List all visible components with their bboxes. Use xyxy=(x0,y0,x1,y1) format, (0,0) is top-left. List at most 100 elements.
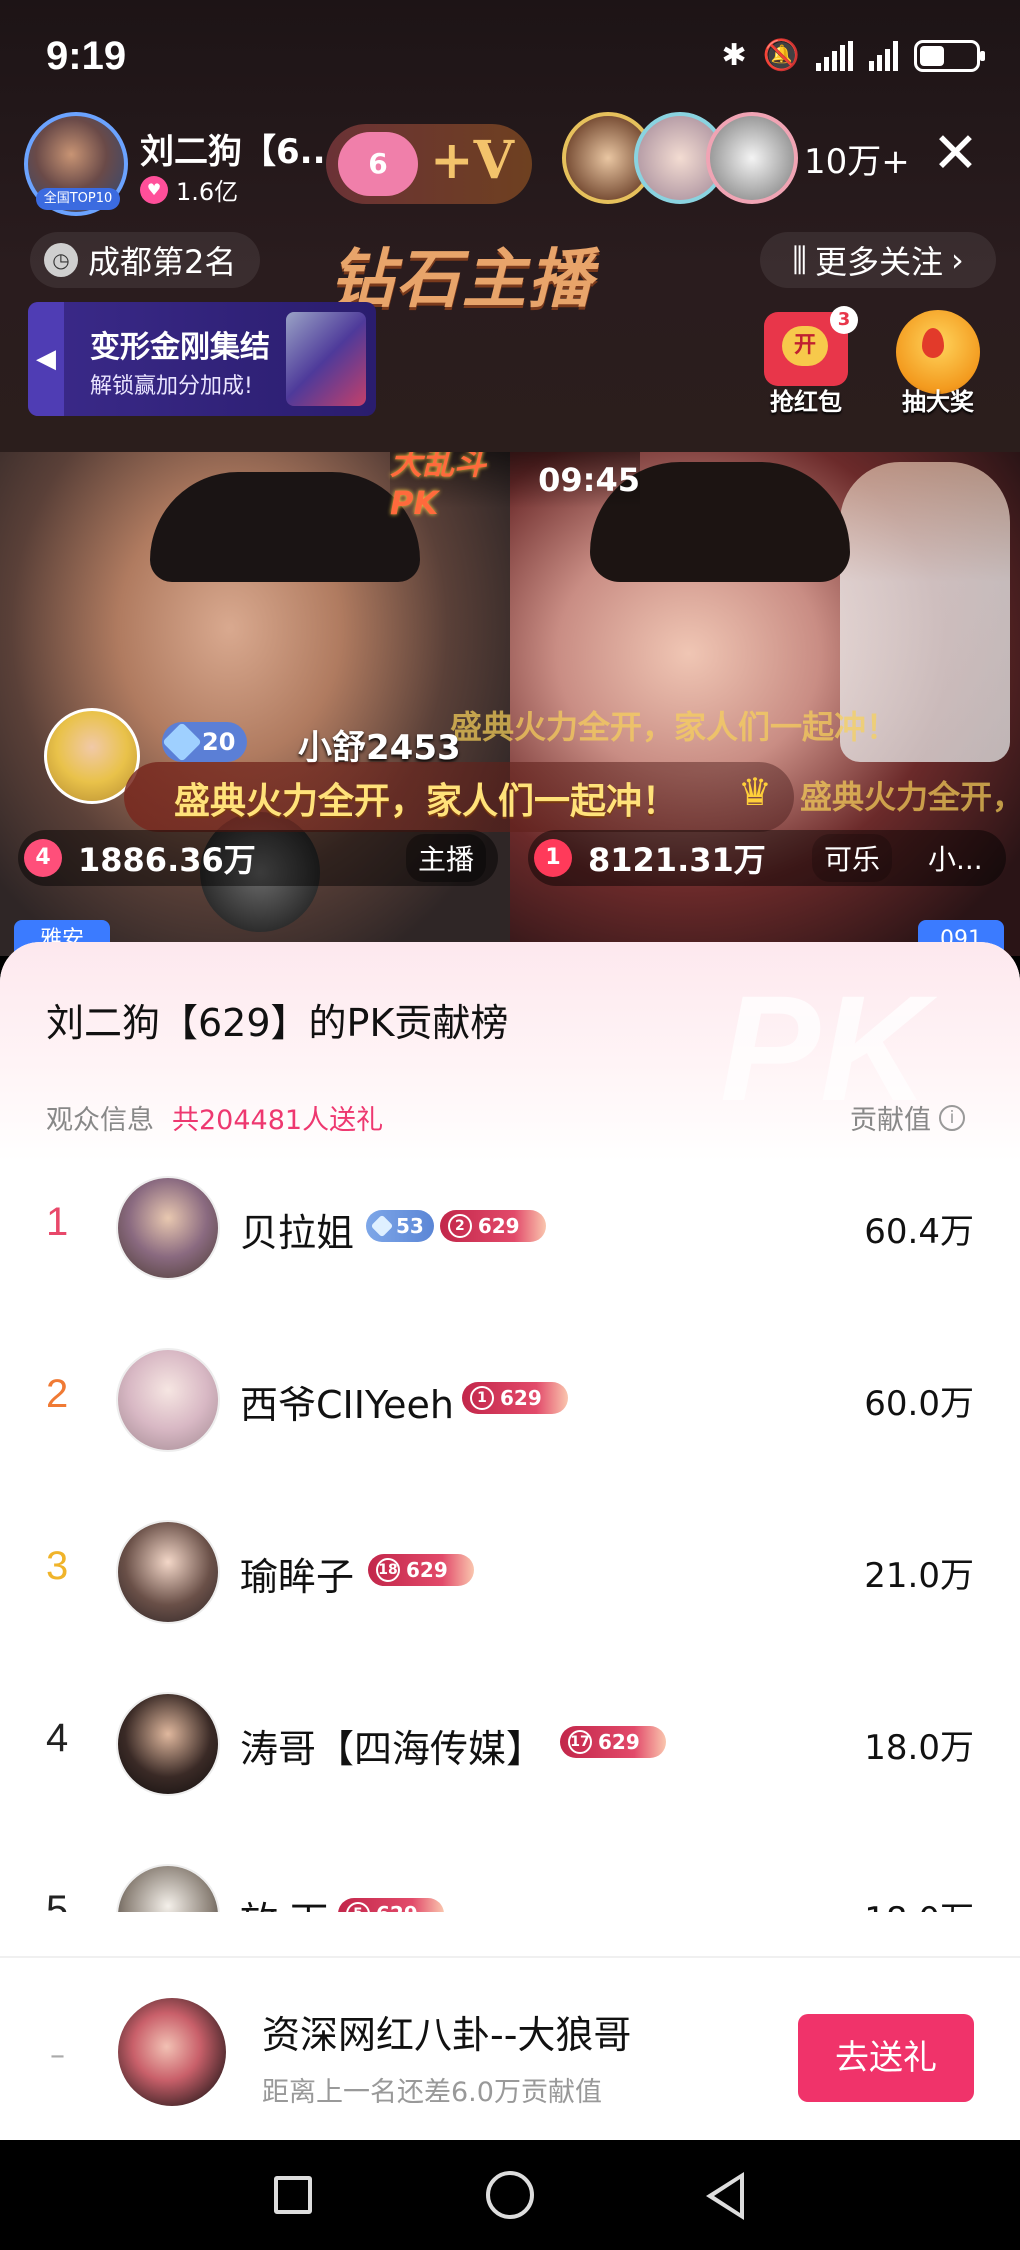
bluetooth-icon: ✱ xyxy=(721,38,747,73)
rank-avatar[interactable] xyxy=(116,1864,220,1912)
fan-badge: 18 629 xyxy=(368,1554,474,1586)
pk-score-left[interactable]: 4 1886.36万 主播 xyxy=(18,830,498,886)
fan-badge-value: 629 xyxy=(500,1386,542,1410)
lottery-button[interactable]: 抽大奖 xyxy=(890,306,986,416)
back-icon[interactable] xyxy=(706,2172,744,2220)
host-likes-count: 1.6亿 xyxy=(176,178,239,206)
fan-badge: 2 629 xyxy=(439,1210,546,1242)
red-packet-button[interactable]: 开 3 抢红包 xyxy=(758,306,858,416)
fan-badge-value: 629 xyxy=(598,1730,640,1754)
fan-badge: 17 629 xyxy=(560,1726,666,1758)
gift-sender-level-value: 20 xyxy=(202,728,236,756)
viewer-count[interactable]: 10万+ xyxy=(804,134,910,183)
rank-name: 西爷CIIYeeh xyxy=(240,1383,454,1427)
pk-contribution-sheet: PK 刘二狗【629】的PK贡献榜 观众信息 共204481人送礼 贡献值 i … xyxy=(0,942,1020,2140)
battery-fill xyxy=(920,45,945,66)
rank-row[interactable]: 2 西爷CIIYeeh 1 629 60.0万 xyxy=(0,1314,1020,1486)
red-packet-label: 抢红包 xyxy=(770,388,842,416)
send-gift-button[interactable]: 去送礼 xyxy=(798,2014,974,2102)
recent-apps-icon[interactable] xyxy=(274,2176,312,2214)
pk-video[interactable]: 大乱斗PK 09:45 盛典火力全开，家人们一起冲！ 盛典火力全开，家人们一起冲… xyxy=(0,452,1020,956)
rank-number: 3 xyxy=(46,1544,69,1588)
rank-badges: 18 629 xyxy=(368,1554,474,1586)
rank-value: 60.0万 xyxy=(864,1384,974,1424)
rank-number: 4 xyxy=(46,1716,69,1760)
rank-avatar[interactable] xyxy=(116,1692,220,1796)
gift-banner: 盛典火力全开，家人们一起冲！ ♛ xyxy=(124,762,794,832)
chevron-left-icon[interactable]: ◀ xyxy=(28,302,64,416)
pk-right-name: 小... xyxy=(928,843,983,876)
rank-value: 18.0万 xyxy=(864,1728,974,1768)
rank-name: 瑜眸子 xyxy=(240,1555,355,1599)
host-rank-badge: 全国TOP10 xyxy=(36,188,120,210)
promo-banner[interactable]: ◀ 变形金刚集结 解锁赢加分加成! xyxy=(28,302,376,416)
city-rank-tag[interactable]: ◷ 成都第2名 xyxy=(30,232,261,288)
host-likes: ♥ 1.6亿 xyxy=(140,172,238,207)
pk-left-score: 1886.36万 xyxy=(78,841,256,879)
rank-name: 贝拉姐 xyxy=(240,1211,355,1255)
rank-badges: 53 2 629 xyxy=(366,1210,546,1242)
sheet-title: 刘二狗【629】的PK贡献榜 xyxy=(46,1001,509,1045)
rank-value: 60.4万 xyxy=(864,1212,974,1252)
more-follow-label: 更多关注 xyxy=(814,243,943,281)
fan-badge: 5 629 xyxy=(338,1898,444,1912)
viewer-avatars[interactable] xyxy=(562,112,802,208)
promo-title: 变形金刚集结 xyxy=(90,330,270,365)
rank-avatar[interactable] xyxy=(116,1520,220,1624)
contribution-label[interactable]: 贡献值 i xyxy=(850,1098,965,1137)
self-gap-hint: 距离上一名还差6.0万贡献值 xyxy=(262,2077,602,2108)
pk-timer: 大乱斗PK 09:45 xyxy=(390,452,640,522)
heart-icon: ♥ xyxy=(140,175,168,204)
host-name: 刘二狗【6... xyxy=(140,132,339,172)
fan-badge-rank: 5 xyxy=(346,1902,370,1912)
red-packet-count: 3 xyxy=(830,306,858,334)
lottery-label: 抽大奖 xyxy=(902,388,974,416)
live-header: 9:19 ✱ 🔕 全国TOP10 刘二狗【6... ♥ 1.6亿 6 +V 10… xyxy=(0,0,1020,452)
status-icons: ✱ 🔕 xyxy=(721,38,985,73)
pk-score-right[interactable]: 1 8121.31万 可乐 小... xyxy=(528,830,1006,886)
fan-club-button[interactable]: 6 +V xyxy=(326,124,532,204)
pk-right-score: 8121.31万 xyxy=(588,841,766,879)
city-rank-text: 成都第2名 xyxy=(88,243,237,281)
rank-list[interactable]: 1 贝拉姐 53 2 629 60.4万 2 西爷CIIYeeh 1 629 6… xyxy=(0,1142,1020,1912)
home-icon[interactable] xyxy=(486,2171,534,2219)
rank-row[interactable]: 3 瑜眸子 18 629 21.0万 xyxy=(0,1486,1020,1658)
self-rank: – xyxy=(50,2038,65,2073)
pk-left-role: 主播 xyxy=(406,834,487,882)
rank-number: 5 xyxy=(46,1888,69,1912)
gift-marquee: 盛典火力全开，家人们一起冲！ xyxy=(800,778,1020,816)
rank-row[interactable]: 1 贝拉姐 53 2 629 60.4万 xyxy=(0,1142,1020,1314)
close-icon[interactable]: ✕ xyxy=(932,126,979,182)
pk-logo: 大乱斗PK xyxy=(390,452,487,522)
pk-right-role: 可乐 xyxy=(812,834,893,882)
rank-avatar[interactable] xyxy=(116,1176,220,1280)
pk-left-rank: 4 xyxy=(24,839,62,877)
self-rank-bar: – 资深网红八卦--大狼哥 距离上一名还差6.0万贡献值 去送礼 xyxy=(0,1956,1020,2140)
red-packet-open: 开 xyxy=(782,326,828,366)
rank-name: 放 下 xyxy=(240,1890,328,1912)
fan-badge-value: 629 xyxy=(477,1214,520,1238)
rank-number: 1 xyxy=(46,1200,69,1244)
fan-badge-value: 629 xyxy=(376,1898,418,1912)
rank-value: 21.0万 xyxy=(864,1556,974,1596)
rank-row[interactable]: 4 涛哥【四海传媒】 17 629 18.0万 xyxy=(0,1658,1020,1830)
diamond-icon xyxy=(162,722,202,762)
rank-avatar[interactable] xyxy=(116,1348,220,1452)
pk-right-rank: 1 xyxy=(534,839,572,877)
self-name: 资深网红八卦--大狼哥 xyxy=(262,2013,632,2057)
bar-chart-icon: ⫼ xyxy=(792,240,807,279)
rank-row[interactable]: 5 放 下 5 629 18.0万 xyxy=(0,1830,1020,1912)
system-nav-bar xyxy=(0,2140,1020,2250)
self-avatar[interactable] xyxy=(118,1998,226,2106)
signal-icon xyxy=(816,40,853,71)
audience-label: 观众信息 xyxy=(46,1105,154,1136)
more-follow-button[interactable]: ⫼ 更多关注 › xyxy=(760,232,996,288)
fan-club-label: +V xyxy=(430,130,514,191)
info-icon[interactable]: i xyxy=(939,1104,965,1131)
rank-number: 2 xyxy=(46,1372,69,1416)
flame-icon xyxy=(922,328,944,358)
contribution-label-text: 贡献值 xyxy=(850,1105,931,1136)
viewer-avatar[interactable] xyxy=(706,112,798,204)
signal-icon xyxy=(869,40,898,71)
fan-badge-rank: 1 xyxy=(470,1386,494,1410)
